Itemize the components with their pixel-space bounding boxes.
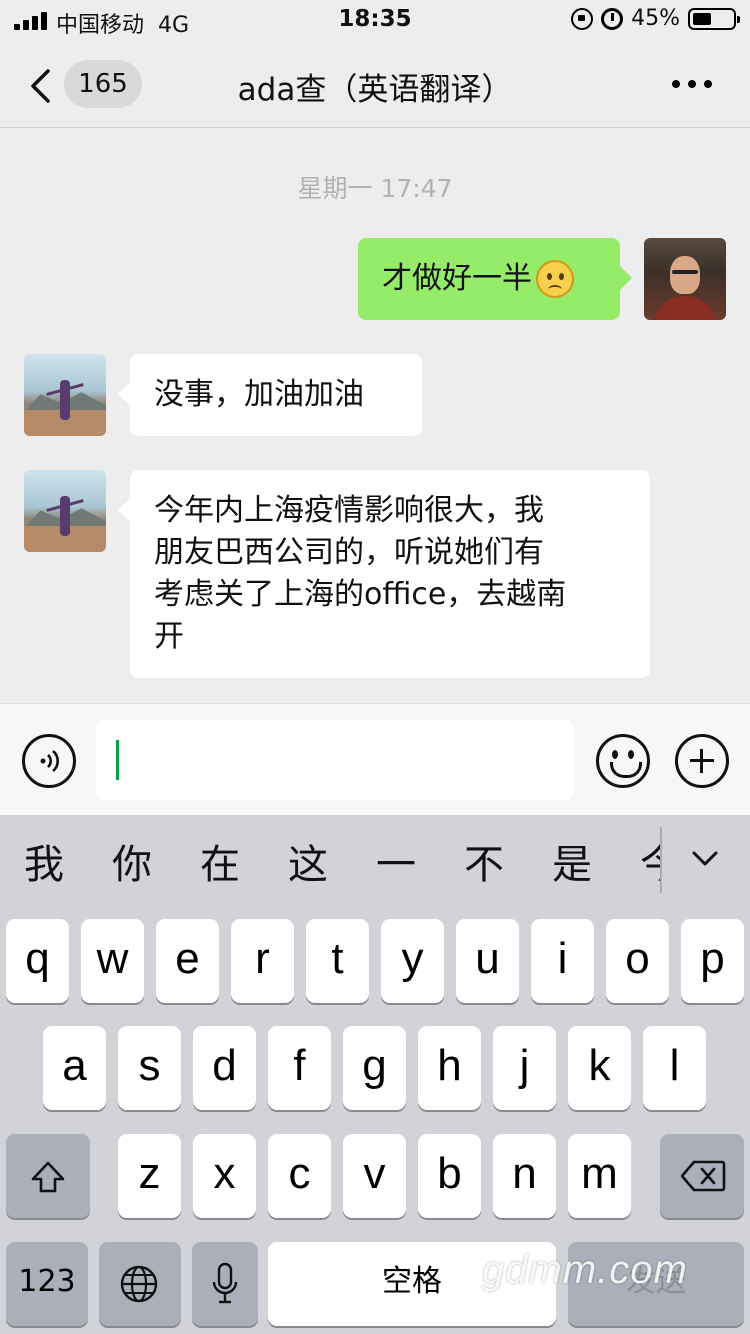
chat-title: ada查（英语翻译） [237, 72, 513, 108]
backspace-icon [680, 1160, 726, 1192]
candidate-word[interactable]: 一 [366, 841, 426, 889]
candidate-word[interactable]: 我 [14, 841, 74, 889]
key-w[interactable]: w [81, 919, 144, 1003]
status-bar: 中国移动 4G 18:35 45% [0, 0, 750, 40]
message-timestamp: 星期一 17:47 [297, 174, 453, 203]
chevron-down-icon[interactable] [692, 851, 718, 867]
key-u[interactable]: u [456, 919, 519, 1003]
key-y[interactable]: y [381, 919, 444, 1003]
key-b[interactable]: b [418, 1134, 481, 1218]
candidate-bar: 我 你 在 这 一 不 是 今 [0, 815, 750, 911]
self-avatar[interactable] [644, 238, 726, 320]
key-e[interactable]: e [156, 919, 219, 1003]
key-p[interactable]: p [681, 919, 744, 1003]
shift-key[interactable] [6, 1134, 90, 1218]
battery-percent: 45% [631, 6, 680, 31]
alarm-icon [601, 7, 624, 30]
key-s[interactable]: s [118, 1026, 181, 1110]
candidate-word[interactable]: 你 [102, 841, 162, 889]
key-a[interactable]: a [43, 1026, 106, 1110]
watermark: gdmm.com [482, 1248, 688, 1292]
candidate-word[interactable]: 这 [278, 841, 338, 889]
candidate-word[interactable]: 今 [630, 841, 662, 889]
globe-key[interactable] [99, 1242, 181, 1326]
key-l[interactable]: l [643, 1026, 706, 1110]
key-h[interactable]: h [418, 1026, 481, 1110]
contact-avatar[interactable] [24, 354, 106, 436]
globe-icon [120, 1265, 158, 1303]
message-line: 考虑关了上海的office，去越南 [154, 577, 567, 612]
message-line: 朋友巴西公司的，听说她们有 [154, 535, 544, 570]
key-r[interactable]: r [231, 919, 294, 1003]
key-j[interactable]: j [493, 1026, 556, 1110]
candidate-word[interactable]: 在 [190, 841, 250, 889]
candidate-list: 我 你 在 这 一 不 是 今 [0, 815, 662, 911]
candidate-word[interactable]: 是 [542, 841, 602, 889]
message-text: 才做好一半 [382, 261, 532, 296]
delete-key[interactable] [660, 1134, 744, 1218]
voice-input-button[interactable] [22, 734, 76, 788]
key-m[interactable]: m [568, 1134, 631, 1218]
key-c[interactable]: c [268, 1134, 331, 1218]
message-bubble-other[interactable]: 今年内上海疫情影响很大，我 朋友巴西公司的，听说她们有 考虑关了上海的offic… [118, 470, 650, 678]
message-bubble-self[interactable]: 才做好一半 [358, 238, 632, 320]
input-bar [0, 703, 750, 815]
contact-avatar[interactable] [24, 470, 106, 552]
text-caret [116, 740, 119, 780]
key-d[interactable]: d [193, 1026, 256, 1110]
message-list[interactable]: 星期一 17:47 才做好一半 没事，加油加油 今年内上海疫情影响很大，我 朋友… [0, 129, 750, 702]
battery-icon [688, 7, 740, 30]
message-bubble-other[interactable]: 没事，加油加油 [118, 354, 422, 436]
key-z[interactable]: z [118, 1134, 181, 1218]
key-k[interactable]: k [568, 1026, 631, 1110]
rotation-lock-icon [571, 7, 594, 30]
dictation-key[interactable] [192, 1242, 258, 1326]
key-x[interactable]: x [193, 1134, 256, 1218]
microphone-icon [212, 1262, 238, 1304]
key-v[interactable]: v [343, 1134, 406, 1218]
shift-icon [31, 1161, 65, 1193]
message-line: 开 [154, 619, 184, 654]
sad-face-emoji-icon [536, 260, 574, 298]
message-text: 没事，加油加油 [154, 377, 364, 412]
emoji-button[interactable] [596, 734, 650, 788]
message-input[interactable] [96, 720, 574, 800]
key-o[interactable]: o [606, 919, 669, 1003]
key-i[interactable]: i [531, 919, 594, 1003]
key-t[interactable]: t [306, 919, 369, 1003]
candidate-divider [660, 827, 662, 893]
candidate-word[interactable]: 不 [454, 841, 514, 889]
voice-icon [40, 750, 59, 772]
message-line: 今年内上海疫情影响很大，我 [154, 493, 544, 528]
more-actions-button[interactable] [675, 734, 729, 788]
key-g[interactable]: g [343, 1026, 406, 1110]
more-icon[interactable] [672, 80, 712, 88]
key-f[interactable]: f [268, 1026, 331, 1110]
status-icons: 45% [571, 6, 740, 31]
numbers-key[interactable]: 123 [6, 1242, 88, 1326]
chat-header: 165 ada查（英语翻译） [0, 40, 750, 128]
key-q[interactable]: q [6, 919, 69, 1003]
key-n[interactable]: n [493, 1134, 556, 1218]
